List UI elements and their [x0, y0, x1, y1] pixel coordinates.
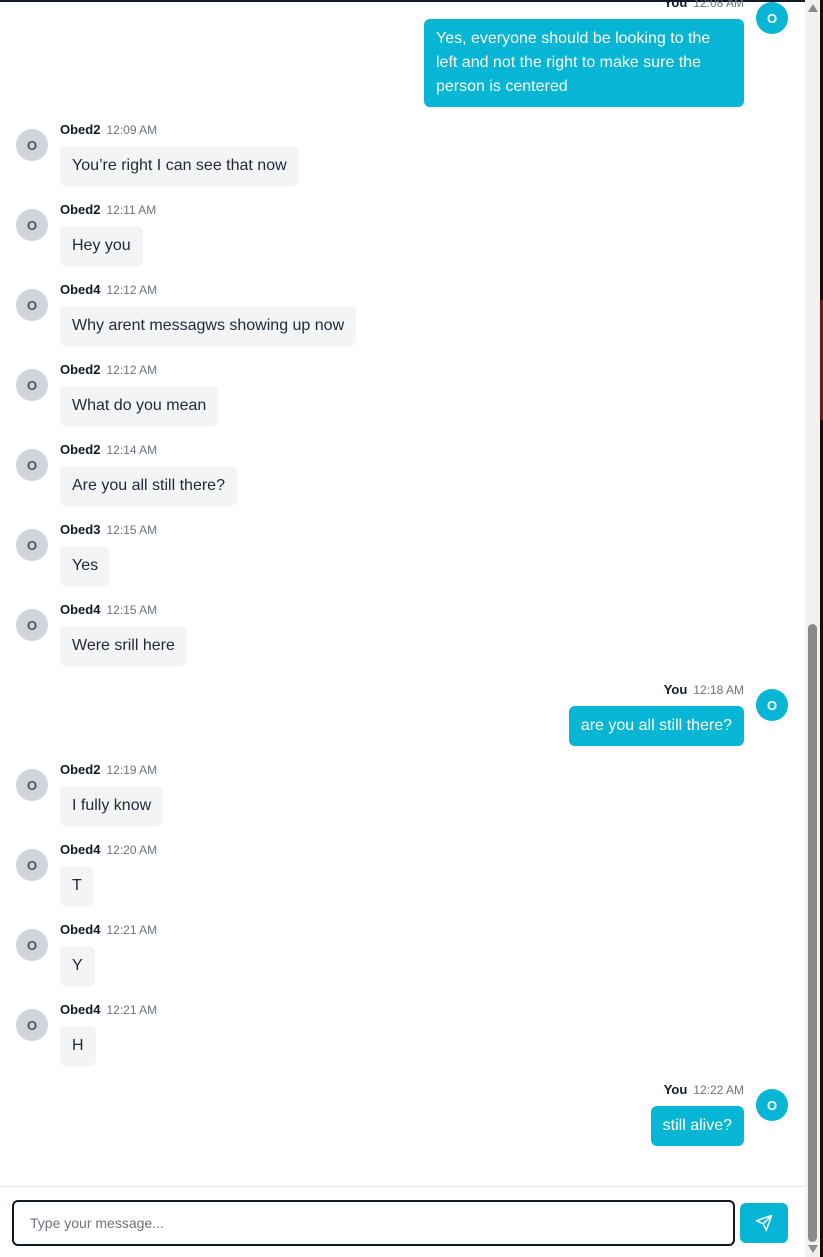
sender-name: You [663, 682, 688, 697]
message-composer [0, 1186, 805, 1257]
avatar: O [16, 369, 48, 401]
scroll-down-arrow-icon[interactable] [808, 1245, 818, 1253]
avatar: O [16, 289, 48, 321]
message-bubble: T [60, 866, 94, 906]
scroll-up-arrow-icon[interactable] [808, 4, 818, 12]
message-timestamp: 12:18 AM [693, 683, 744, 697]
avatar: O [16, 1009, 48, 1041]
message-timestamp: 12:11 AM [106, 203, 157, 217]
sender-name: Obed4 [60, 602, 101, 617]
message-bubble: Y [60, 946, 95, 986]
avatar: O [16, 609, 48, 641]
sender-name: Obed4 [60, 922, 101, 937]
message-timestamp: 12:12 AM [106, 283, 158, 297]
avatar: O [756, 689, 788, 721]
avatar: O [16, 929, 48, 961]
message-timestamp: 12:21 AM [106, 1003, 158, 1017]
message-bubble: Are you all still there? [60, 466, 237, 506]
sender-name: Obed4 [60, 1002, 101, 1017]
avatar: O [756, 1089, 788, 1121]
avatar: O [16, 529, 48, 561]
message-input[interactable] [12, 1200, 735, 1246]
message-meta: Obed4 12:12 AM [60, 282, 157, 297]
message-bubble: Were srill here [60, 626, 187, 666]
avatar: O [16, 209, 48, 241]
sender-name: You [663, 1082, 688, 1097]
message-timestamp: 12:12 AM [106, 363, 158, 377]
sender-name: Obed2 [60, 362, 101, 377]
message-bubble: still alive? [650, 1106, 744, 1146]
message-meta: You 12:18 AM [664, 682, 744, 697]
scrollbar[interactable] [805, 0, 820, 1257]
message-meta: Obed2 12:11 AM [60, 202, 156, 217]
sender-name: You [663, 0, 688, 10]
sender-name: Obed4 [60, 842, 101, 857]
sender-name: Obed2 [60, 202, 101, 217]
message-list[interactable]: O You 12:08 AM Yes, everyone should be look… [0, 0, 805, 1186]
message-timestamp: 12:20 AM [106, 843, 158, 857]
message-timestamp: 12:22 AM [693, 1083, 744, 1097]
sender-name: Obed2 [60, 122, 101, 137]
sender-name: Obed3 [60, 522, 101, 537]
message-bubble: Yes [60, 546, 111, 586]
message-meta: Obed4 12:15 AM [60, 602, 157, 617]
message-timestamp: 12:08 AM [693, 0, 744, 10]
message-bubble: H [60, 1026, 96, 1066]
message-meta: Obed2 12:14 AM [60, 442, 157, 457]
message-meta: Obed4 12:21 AM [60, 922, 157, 937]
message-timestamp: 12:15 AM [106, 603, 158, 617]
sender-name: Obed2 [60, 762, 101, 777]
sender-name: Obed2 [60, 442, 101, 457]
message-meta: Obed2 12:09 AM [60, 122, 157, 137]
message-meta: You 12:22 AM [664, 1082, 744, 1097]
avatar: O [16, 129, 48, 161]
avatar: O [16, 849, 48, 881]
avatar: O [756, 2, 788, 34]
message-meta: You 12:08 AM [664, 0, 744, 10]
message-meta: Obed4 12:20 AM [60, 842, 157, 857]
message-bubble: are you all still there? [568, 706, 744, 746]
message-timestamp: 12:09 AM [106, 123, 158, 137]
send-button[interactable] [740, 1203, 788, 1243]
scroll-thumb[interactable] [808, 624, 817, 1242]
message-meta: Obed3 12:15 AM [60, 522, 157, 537]
message-bubble: I fully know [60, 786, 164, 826]
message-timestamp: 12:15 AM [106, 523, 158, 537]
send-icon [755, 1214, 773, 1232]
message-bubble: Hey you [60, 226, 143, 266]
message-timestamp: 12:21 AM [106, 923, 158, 937]
message-bubble: Why arent messagws showing up now [60, 306, 357, 346]
sender-name: Obed4 [60, 282, 101, 297]
message-bubble: What do you mean [60, 386, 219, 426]
avatar: O [16, 449, 48, 481]
message-meta: Obed4 12:21 AM [60, 1002, 157, 1017]
message-bubble: Yes, everyone should be looking to the l… [424, 19, 744, 107]
message-meta: Obed2 12:19 AM [60, 762, 157, 777]
message-meta: Obed2 12:12 AM [60, 362, 157, 377]
message-timestamp: 12:19 AM [106, 763, 158, 777]
message-bubble: You’re right I can see that now [60, 146, 299, 186]
avatar: O [16, 769, 48, 801]
message-timestamp: 12:14 AM [106, 443, 158, 457]
